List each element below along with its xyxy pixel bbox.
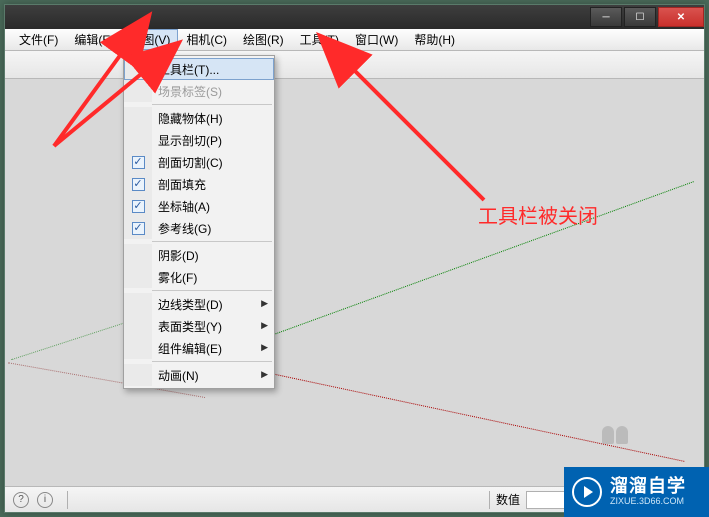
status-info-icon[interactable]: i (37, 492, 53, 508)
menu-window[interactable]: 窗口(W) (347, 29, 406, 50)
watermark-logo: 溜溜自学 ZIXUE.3D66.COM (564, 467, 709, 517)
menu-item-toolbars[interactable]: 工具栏(T)... (124, 58, 274, 80)
menu-item-label: 表面类型(Y) (158, 318, 222, 335)
menu-item-section-cuts[interactable]: ✓ 剖面切割(C) (124, 151, 274, 173)
app-window: ─ ☐ ✕ 文件(F) 编辑(E) 视图(V) 相机(C) 绘图(R) 工具(T… (4, 4, 705, 513)
menu-file[interactable]: 文件(F) (11, 29, 66, 50)
menu-item-label: 剖面切割(C) (158, 154, 223, 171)
menu-item-label: 显示剖切(P) (158, 132, 222, 149)
axis-red (205, 359, 685, 462)
menu-edit[interactable]: 编辑(E) (66, 29, 122, 50)
menu-item-animation[interactable]: 动画(N) ▶ (124, 364, 274, 386)
menu-separator (152, 361, 272, 362)
check-icon: ✓ (132, 200, 145, 213)
menu-item-shadows[interactable]: 阴影(D) (124, 244, 274, 266)
scale-figure-icon (602, 426, 632, 444)
menu-item-guides[interactable]: ✓ 参考线(G) (124, 217, 274, 239)
check-icon: ✓ (132, 156, 145, 169)
menu-item-face-style[interactable]: 表面类型(Y) ▶ (124, 315, 274, 337)
status-value-label: 数值 (496, 491, 520, 508)
axis-green (205, 181, 694, 360)
menu-item-scene-tabs: 场景标签(S) (124, 80, 274, 102)
menu-draw[interactable]: 绘图(R) (235, 29, 292, 50)
menu-item-label: 隐藏物体(H) (158, 110, 223, 127)
viewport[interactable] (5, 79, 704, 486)
status-separator (67, 491, 68, 509)
menu-item-component-edit[interactable]: 组件编辑(E) ▶ (124, 337, 274, 359)
chevron-right-icon: ▶ (261, 298, 268, 309)
menu-separator (152, 241, 272, 242)
menu-item-hidden-geometry[interactable]: 隐藏物体(H) (124, 107, 274, 129)
window-maximize-button[interactable]: ☐ (624, 7, 656, 27)
check-icon: ✓ (132, 222, 145, 235)
menu-item-label: 阴影(D) (158, 247, 199, 264)
view-dropdown: 工具栏(T)... 场景标签(S) 隐藏物体(H) 显示剖切(P) ✓ 剖面切割… (123, 55, 275, 389)
menu-separator (152, 104, 272, 105)
menu-item-label: 动画(N) (158, 367, 199, 384)
status-help-icon[interactable]: ? (13, 492, 29, 508)
menu-item-label: 边线类型(D) (158, 296, 223, 313)
menu-item-section-planes[interactable]: 显示剖切(P) (124, 129, 274, 151)
annotation-text: 工具栏被关闭 (478, 200, 598, 229)
chevron-right-icon: ▶ (261, 369, 268, 380)
menu-item-label: 场景标签(S) (158, 83, 222, 100)
watermark-main: 溜溜自学 (610, 477, 686, 497)
menu-help[interactable]: 帮助(H) (406, 29, 463, 50)
menu-item-label: 雾化(F) (158, 269, 197, 286)
chevron-right-icon: ▶ (261, 320, 268, 331)
menu-item-axes[interactable]: ✓ 坐标轴(A) (124, 195, 274, 217)
menu-item-label: 组件编辑(E) (158, 340, 222, 357)
window-close-button[interactable]: ✕ (658, 7, 704, 27)
toolbar-area (5, 51, 704, 79)
axis-green-negative (11, 319, 135, 360)
menubar: 文件(F) 编辑(E) 视图(V) 相机(C) 绘图(R) 工具(T) 窗口(W… (5, 29, 704, 51)
menu-item-label: 剖面填充 (158, 176, 206, 193)
window-minimize-button[interactable]: ─ (590, 7, 622, 27)
menu-tools[interactable]: 工具(T) (292, 29, 347, 50)
menu-item-fog[interactable]: 雾化(F) (124, 266, 274, 288)
titlebar: ─ ☐ ✕ (5, 5, 704, 29)
check-icon: ✓ (132, 178, 145, 191)
play-icon (572, 477, 602, 507)
watermark-sub: ZIXUE.3D66.COM (610, 497, 686, 507)
menu-view[interactable]: 视图(V) (122, 29, 178, 50)
menu-item-label: 坐标轴(A) (158, 198, 210, 215)
chevron-right-icon: ▶ (261, 342, 268, 353)
menu-item-edge-style[interactable]: 边线类型(D) ▶ (124, 293, 274, 315)
menu-item-section-fill[interactable]: ✓ 剖面填充 (124, 173, 274, 195)
menu-item-label: 工具栏(T)... (158, 61, 219, 78)
menu-separator (152, 290, 272, 291)
status-separator (489, 491, 490, 509)
menu-camera[interactable]: 相机(C) (178, 29, 235, 50)
menu-item-label: 参考线(G) (158, 220, 211, 237)
